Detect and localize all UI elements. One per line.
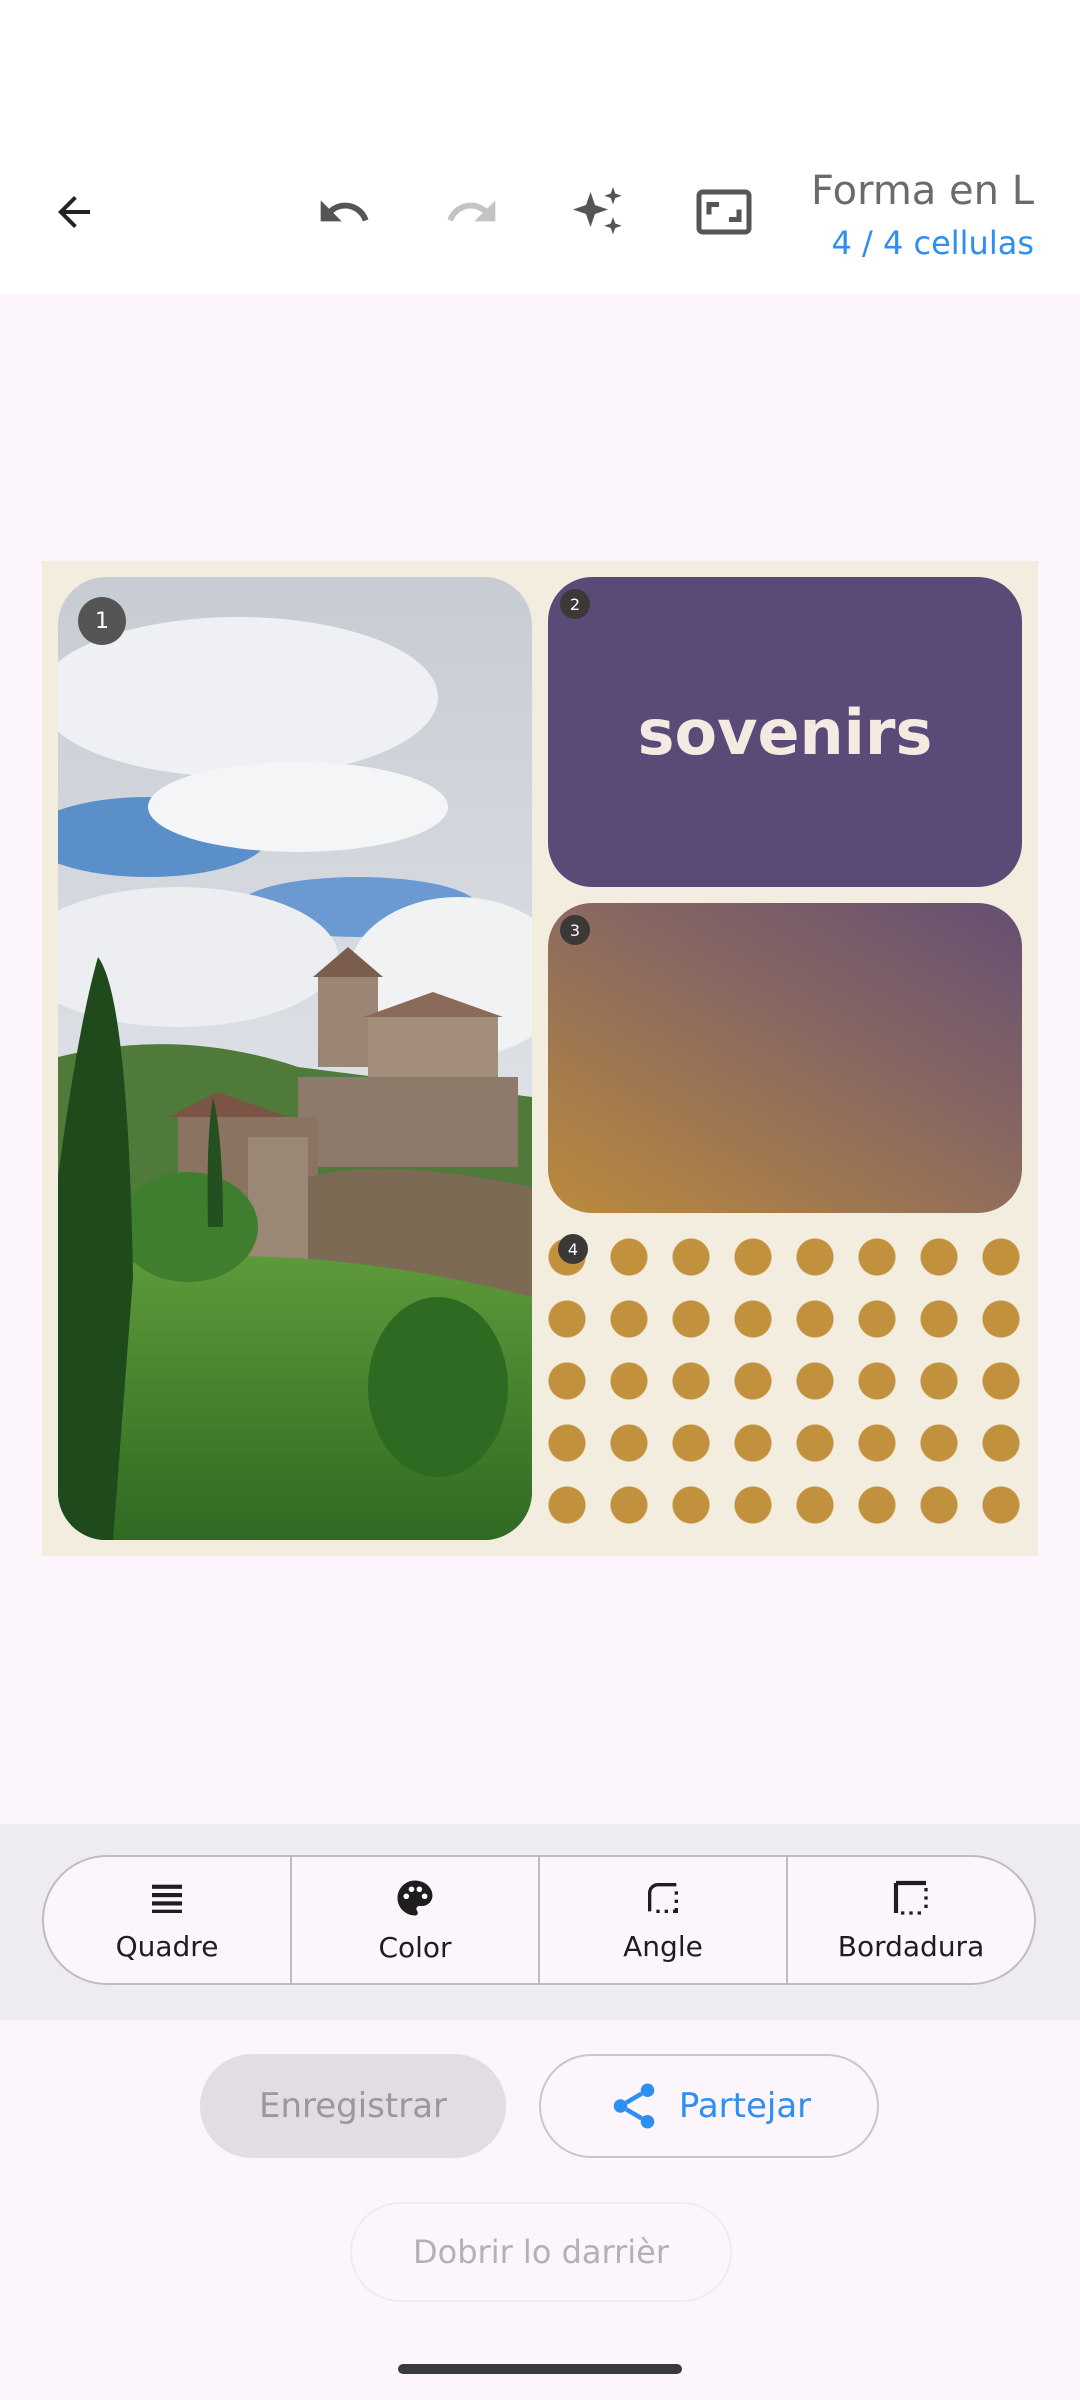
tool-border[interactable]: Bordadura: [788, 1857, 1034, 1983]
corner-icon: [643, 1882, 683, 1918]
cell-3-gradient[interactable]: 3: [548, 903, 1022, 1213]
tool-angle-label: Angle: [623, 1929, 703, 1963]
tool-frame[interactable]: Quadre: [44, 1857, 292, 1983]
home-indicator[interactable]: [398, 2364, 682, 2374]
back-arrow-icon: [58, 196, 90, 228]
undo-button[interactable]: [312, 180, 376, 244]
open-last-label: Dobrir lo darrièr: [413, 2233, 669, 2271]
aspect-ratio-icon: [696, 189, 752, 235]
layout-title: Forma en L 4 / 4 cellulas: [811, 168, 1034, 262]
sparkle-icon: [573, 187, 622, 235]
cell-3-number: 3: [569, 920, 581, 940]
tool-color[interactable]: Color: [292, 1857, 540, 1983]
share-button[interactable]: Partejar: [539, 2054, 879, 2158]
cell-1-number-badge: 1: [78, 597, 126, 645]
tool-angle[interactable]: Angle: [540, 1857, 788, 1983]
cell-4-number: 4: [567, 1239, 579, 1259]
cell-1-number: 1: [95, 608, 109, 634]
back-button[interactable]: [42, 180, 106, 244]
cell-2-number: 2: [569, 594, 581, 614]
aspect-ratio-button[interactable]: [692, 180, 756, 244]
border-icon: [893, 1880, 928, 1915]
layout-name: Forma en L: [811, 168, 1034, 214]
cell-4-number-badge: 4: [558, 1234, 588, 1264]
cell-4-dot-pattern[interactable]: 4: [548, 1229, 1022, 1540]
undo-icon: [320, 200, 369, 222]
top-app-bar: Forma en L 4 / 4 cellulas: [0, 0, 1080, 294]
redo-icon: [447, 200, 496, 222]
magic-button[interactable]: [566, 180, 630, 244]
save-label: Enregistrar: [258, 2086, 448, 2126]
cell-count: 4 / 4 cellulas: [831, 224, 1034, 262]
collage-canvas: 1 sovenirs 2 3 4: [42, 561, 1038, 1556]
sticker-text: sovenirs: [637, 695, 933, 769]
edit-toolbar: Quadre Color Angle Bordadura: [42, 1855, 1036, 1985]
share-icon: [613, 2083, 655, 2129]
redo-button[interactable]: [440, 180, 504, 244]
lines-icon: [152, 1884, 182, 1913]
village-castle-photo: [58, 577, 532, 1540]
cell-2-number-badge: 2: [560, 589, 590, 619]
cell-1-photo[interactable]: 1: [58, 577, 532, 1540]
open-last-button[interactable]: Dobrir lo darrièr: [350, 2202, 732, 2302]
tool-frame-label: Quadre: [115, 1929, 219, 1963]
share-label: Partejar: [678, 2086, 812, 2126]
palette-icon: [397, 1880, 433, 1915]
tool-border-label: Bordadura: [837, 1929, 985, 1963]
cell-2-sticker[interactable]: sovenirs 2: [548, 577, 1022, 887]
tool-color-label: Color: [378, 1930, 452, 1964]
save-button[interactable]: Enregistrar: [200, 2054, 506, 2158]
cell-3-number-badge: 3: [560, 915, 590, 945]
